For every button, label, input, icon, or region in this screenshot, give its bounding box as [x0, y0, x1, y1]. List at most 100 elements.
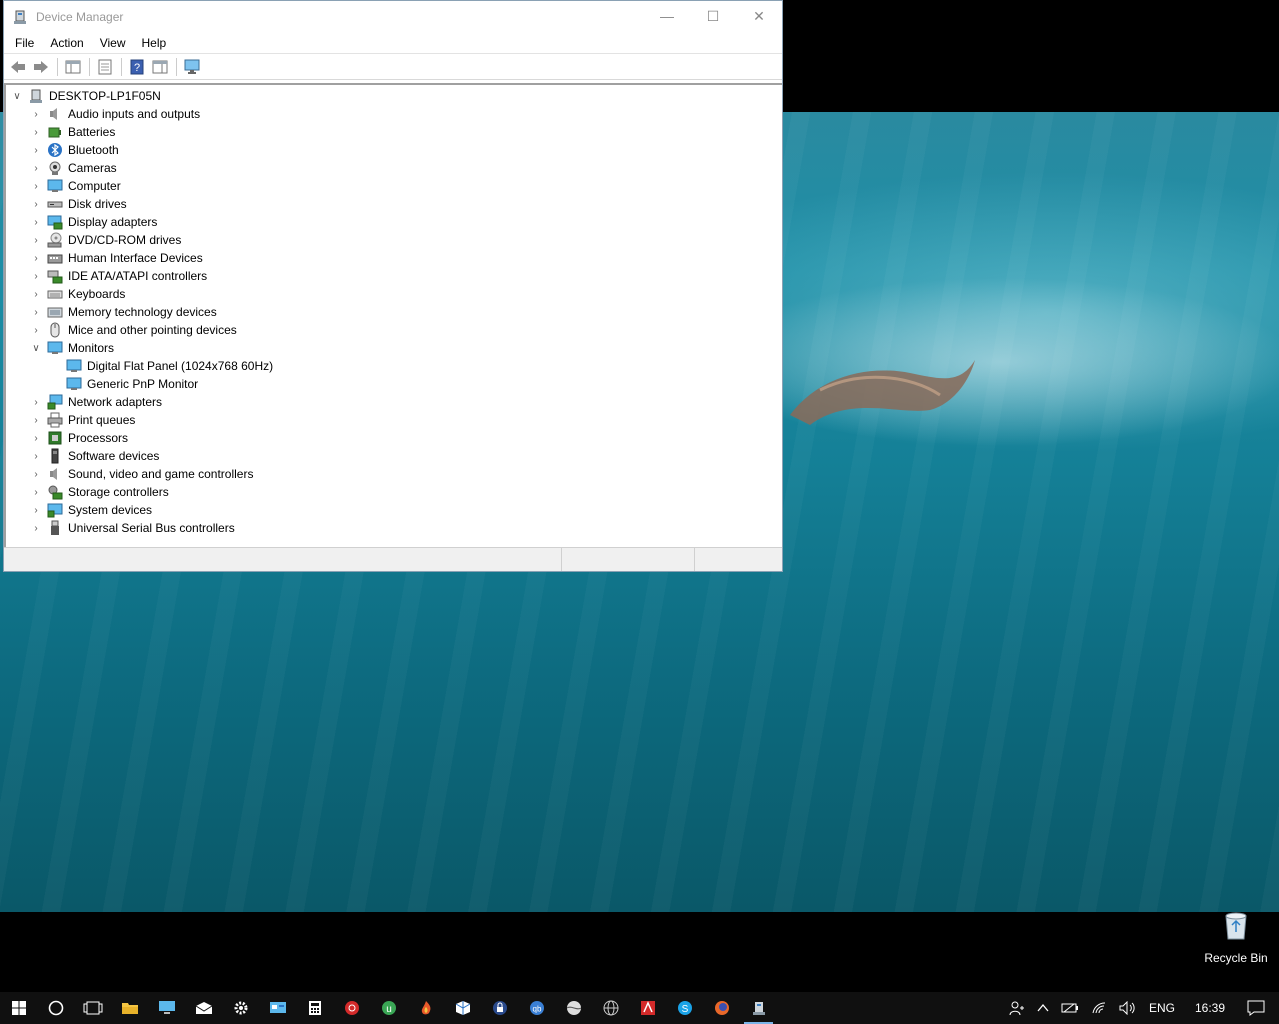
device-manager-taskbar-taskbar-button[interactable]: [740, 992, 777, 1024]
chevron-right-icon[interactable]: ›: [29, 485, 43, 499]
action-center-button[interactable]: [1239, 1000, 1279, 1016]
tree-category-system-devices[interactable]: › System devices: [6, 501, 782, 519]
chevron-right-icon[interactable]: ›: [29, 503, 43, 517]
scan-hardware-button[interactable]: [181, 56, 203, 78]
show-hide-console-tree-icon: [65, 60, 81, 73]
volume-tray-button[interactable]: [1113, 1001, 1143, 1015]
app-disc-taskbar-button[interactable]: [555, 992, 592, 1024]
file-explorer-taskbar-button[interactable]: [111, 992, 148, 1024]
close-button[interactable]: ✕: [736, 1, 782, 31]
chevron-right-icon[interactable]: ›: [29, 323, 43, 337]
menu-help[interactable]: Help: [134, 36, 175, 50]
chevron-right-icon[interactable]: ›: [29, 287, 43, 301]
input-language-indicator[interactable]: ENG: [1143, 1001, 1181, 1015]
tree-device-item[interactable]: Generic PnP Monitor: [6, 375, 782, 393]
chevron-right-icon[interactable]: ›: [29, 215, 43, 229]
people-icon: [1009, 1001, 1024, 1016]
network-tray-button[interactable]: [1085, 1001, 1113, 1015]
chevron-right-icon[interactable]: ›: [29, 125, 43, 139]
virtualbox-taskbar-button[interactable]: [444, 992, 481, 1024]
clock[interactable]: 16:39: [1181, 1001, 1239, 1015]
maximize-button[interactable]: ☐: [690, 1, 736, 31]
chevron-right-icon[interactable]: ›: [29, 521, 43, 535]
utorrent-taskbar-button[interactable]: u: [370, 992, 407, 1024]
back-button[interactable]: [7, 56, 29, 78]
task-view-taskbar-button[interactable]: [74, 992, 111, 1024]
chevron-right-icon[interactable]: ›: [29, 197, 43, 211]
recycle-bin-desktop-icon[interactable]: Recycle Bin: [1200, 908, 1272, 967]
menu-file[interactable]: File: [7, 36, 42, 50]
tree-item-label: IDE ATA/ATAPI controllers: [68, 269, 208, 283]
qbittorrent-taskbar-button[interactable]: qb: [518, 992, 555, 1024]
tree-category-storage-controllers[interactable]: › Storage controllers: [6, 483, 782, 501]
tree-category-disk-drives[interactable]: › Disk drives: [6, 195, 782, 213]
calculator-taskbar-button[interactable]: [296, 992, 333, 1024]
tree-category-human-interface-devices[interactable]: › Human Interface Devices: [6, 249, 782, 267]
skype-taskbar-button[interactable]: S: [666, 992, 703, 1024]
app-flame-taskbar-button[interactable]: [407, 992, 444, 1024]
chevron-right-icon[interactable]: ›: [29, 269, 43, 283]
chevron-right-icon[interactable]: ›: [29, 233, 43, 247]
menu-action[interactable]: Action: [42, 36, 91, 50]
acrobat-taskbar-button[interactable]: [629, 992, 666, 1024]
chevron-down-icon[interactable]: ∨: [29, 341, 43, 355]
help-button[interactable]: ?: [126, 56, 148, 78]
console-tree-button[interactable]: [62, 56, 84, 78]
tree-category-network-adapters[interactable]: › Network adapters: [6, 393, 782, 411]
chevron-down-icon[interactable]: ∨: [10, 89, 24, 103]
tree-category-keyboards[interactable]: › Keyboards: [6, 285, 782, 303]
forward-button[interactable]: [30, 56, 52, 78]
tree-item-label: Display adapters: [68, 215, 158, 229]
tree-category-universal-serial-bus-controllers[interactable]: › Universal Serial Bus controllers: [6, 519, 782, 537]
firefox-taskbar-button[interactable]: [703, 992, 740, 1024]
computer-icon: [47, 178, 63, 194]
chevron-right-icon[interactable]: ›: [29, 161, 43, 175]
menu-bar: File Action View Help: [4, 32, 782, 54]
tree-category-bluetooth[interactable]: › Bluetooth: [6, 141, 782, 159]
start-taskbar-button[interactable]: [0, 992, 37, 1024]
chevron-right-icon[interactable]: ›: [29, 467, 43, 481]
tree-root[interactable]: ∨ DESKTOP-LP1F05N: [6, 87, 782, 105]
title-bar[interactable]: Device Manager — ☐ ✕: [4, 1, 782, 32]
tree-category-display-adapters[interactable]: › Display adapters: [6, 213, 782, 231]
tree-device-item[interactable]: Digital Flat Panel (1024x768 60Hz): [6, 357, 782, 375]
show-hidden-icons-button[interactable]: [1031, 1003, 1055, 1013]
monitor-icon: [47, 340, 63, 356]
tree-category-print-queues[interactable]: › Print queues: [6, 411, 782, 429]
tree-category-cameras[interactable]: › Cameras: [6, 159, 782, 177]
tree-category-ide-ata-atapi-controllers[interactable]: › IDE ATA/ATAPI controllers: [6, 267, 782, 285]
tree-category-processors[interactable]: › Processors: [6, 429, 782, 447]
chevron-right-icon[interactable]: ›: [29, 449, 43, 463]
tree-category-mice-and-other-pointing-devices[interactable]: › Mice and other pointing devices: [6, 321, 782, 339]
minimize-button[interactable]: —: [644, 1, 690, 31]
chevron-right-icon[interactable]: ›: [29, 305, 43, 319]
chevron-right-icon[interactable]: ›: [29, 143, 43, 157]
tree-category-memory-technology-devices[interactable]: › Memory technology devices: [6, 303, 782, 321]
app-globe-taskbar-button[interactable]: [592, 992, 629, 1024]
mail-taskbar-button[interactable]: [185, 992, 222, 1024]
tree-category-monitors[interactable]: ∨ Monitors: [6, 339, 782, 357]
chevron-right-icon[interactable]: ›: [29, 395, 43, 409]
properties-button[interactable]: [94, 56, 116, 78]
this-pc-taskbar-button[interactable]: [148, 992, 185, 1024]
tree-category-sound-video-and-game-controllers[interactable]: › Sound, video and game controllers: [6, 465, 782, 483]
vpn-taskbar-button[interactable]: [481, 992, 518, 1024]
chevron-right-icon[interactable]: ›: [29, 431, 43, 445]
settings-taskbar-button[interactable]: [222, 992, 259, 1024]
cortana-taskbar-button[interactable]: [37, 992, 74, 1024]
app-red-taskbar-button[interactable]: [333, 992, 370, 1024]
tree-category-software-devices[interactable]: › Software devices: [6, 447, 782, 465]
chevron-right-icon[interactable]: ›: [29, 179, 43, 193]
tree-category-computer[interactable]: › Computer: [6, 177, 782, 195]
battery-tray-button[interactable]: [1055, 1002, 1085, 1014]
people-button[interactable]: [1003, 1000, 1031, 1016]
tree-category-audio-inputs-and-outputs[interactable]: › Audio inputs and outputs: [6, 105, 782, 123]
control-panel-taskbar-button[interactable]: [259, 992, 296, 1024]
tree-category-batteries[interactable]: › Batteries: [6, 123, 782, 141]
chevron-right-icon[interactable]: ›: [29, 251, 43, 265]
menu-view[interactable]: View: [92, 36, 134, 50]
tree-category-dvd-cd-rom-drives[interactable]: › DVD/CD-ROM drives: [6, 231, 782, 249]
chevron-right-icon[interactable]: ›: [29, 413, 43, 427]
chevron-right-icon[interactable]: ›: [29, 107, 43, 121]
action-pane-button[interactable]: [149, 56, 171, 78]
